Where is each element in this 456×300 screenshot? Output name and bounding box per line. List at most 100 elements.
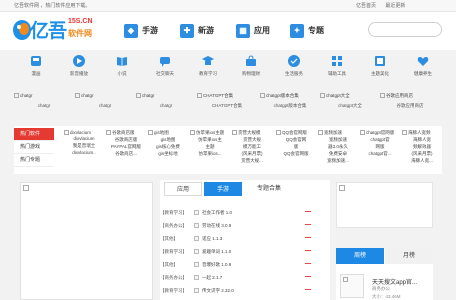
hot-item[interactable]: gis地图 gis地图 gis核心免费 gis坐标地 [148,130,188,172]
software-image: chatgpt大全 [320,93,350,99]
list-item[interactable]: 【商务办公】 劳动在线 3.0.9 [160,221,330,231]
download-icon[interactable] [305,263,311,266]
category-tools[interactable]: 辅助工具 [315,52,359,82]
comic-icon [31,56,41,66]
hot-item[interactable]: 仿苹果ios主题 仿苹果ios主 主题 仿苹果ios... [190,130,230,172]
banner-image[interactable] [20,182,153,300]
tab-weekly[interactable]: 周榜 [336,248,384,264]
tab-monthly[interactable]: 月榜 [385,248,433,264]
software-item[interactable]: chatgpt大全 chatgpt大全 [320,93,380,113]
logo-subtitle: 软件网 [68,29,92,38]
software-item[interactable]: chatgr chatgr [136,93,196,113]
software-label: chatgpt大全 [338,103,362,108]
hot-item-line: QQ会官网 [285,137,307,142]
app-name[interactable]: 社会工作者 1.0 [202,208,232,218]
category-label: 生活服务 [285,71,303,76]
search-input[interactable] [368,22,442,37]
list-item[interactable]: 【教育学习】 传文识字 2.32.0 [160,286,330,296]
category-tag[interactable]: 【教育学习】 [160,208,187,218]
tab-hot-games[interactable]: 热门游戏 [14,141,54,154]
hot-item-line: gis核心免费 [156,144,180,149]
site-logo[interactable]: 亿吾 15S.CN 软件网 [12,15,112,47]
category-tag[interactable]: 【其他】 [160,260,178,270]
app-name[interactable]: 爱趣单词 1.1.0 [202,247,231,257]
category-tag[interactable]: 【商务办公】 [160,221,187,231]
category-tag[interactable]: 【商务办公】 [160,273,187,283]
hot-panel-tabs: 热门软件 热门游戏 热门专题 [14,128,54,167]
download-icon[interactable] [305,250,311,253]
tab-hot-software[interactable]: 热门软件 [14,128,54,141]
software-label: 谷歌应用商店 [396,103,424,108]
hot-item[interactable]: 宽频加速 宽频加速 器3.0永久 免费安卓 宽频加速... [318,130,358,172]
download-icon[interactable] [305,237,311,240]
app-icon [194,236,199,241]
hot-item-line: 器3.0永久 [328,144,348,149]
software-image: 谷歌应用商店 [380,93,413,99]
category-bar: 漫画 影音播放 小说 社交聊天 教育学习 购物理财 生活服务 辅助工具 主题美化… [14,52,442,84]
side-ad-box[interactable] [336,182,433,228]
hot-item-line: 海豚人宽 [413,137,431,142]
hot-item[interactable]: 货营大规模 货营大规 模万能工 (风采月票) 货营大规... [232,130,272,172]
download-icon[interactable] [305,276,311,279]
tab-hot-topics[interactable]: 热门专题 [14,154,54,167]
list-item[interactable]: 【商务办公】 一起 2.1.7 [160,273,330,283]
list-item[interactable]: 【其他】 音爆好歌 1.0.9 [160,260,330,270]
tab-mobile-games[interactable]: 手游 [204,182,242,196]
nav-label: 专题 [308,26,324,35]
software-item[interactable]: CHATGPT合集 CHATGPT合集 [197,93,257,113]
top-links: 亿吾首页 最近更新 [356,0,413,12]
hot-item-line: dixvlacium.. [72,150,96,156]
hot-item[interactable]: chatgpt官网版 chatgpt官 网版 chatgpt官... [360,130,400,172]
hot-item-line: 主题 [205,144,215,149]
download-icon[interactable] [305,289,311,292]
list-item[interactable]: 【教育学习】 社会工作者 1.0 [160,208,330,218]
app-name[interactable]: 天天搜文app官... [372,277,417,286]
app-icon [194,288,199,293]
category-tag[interactable]: 【其他】 [160,234,178,244]
ranking-box: 应用 手游 专题合集 【教育学习】 社会工作者 1.0 【商务办公】 劳动在线 … [160,180,330,300]
category-comic[interactable]: 漫画 [14,52,58,82]
software-item[interactable]: chatgpt版本合集 chatgpt版本合集 [260,93,320,113]
hot-item-line: 模万能工 [243,144,261,149]
software-image: chatgr [75,93,94,98]
software-item[interactable]: chatgr chatgr [14,93,74,113]
app-icon [194,210,199,215]
hot-item[interactable]: 谷歌商店版 谷歌商店版 PAYPAL官网版 谷歌商店... [106,130,146,172]
app-name[interactable]: 传文识字 2.32.0 [202,286,234,296]
category-shopping[interactable]: 购物理财 [229,52,273,82]
hot-item-line: 我是普瑞士 [72,143,96,149]
hot-item[interactable]: 海豚人宽频 海豚人宽 频解效器 (风采月票) 海豚人宽... [402,130,442,172]
broken-image-icon [23,185,29,191]
category-life-service[interactable]: 生活服务 [272,52,316,82]
software-item[interactable]: 谷歌应用商店 谷歌应用商店 [380,93,440,113]
category-theme[interactable]: 主题美化 [358,52,402,82]
category-tag[interactable]: 【教育学习】 [160,286,187,296]
hot-ranking-item[interactable]: 天天搜文app官... 商务办公 大小：43.46M [340,274,432,300]
category-video-player[interactable]: 影音播放 [57,52,101,82]
hot-item[interactable]: QQ会官网版 QQ会官网 版 QQ会官网版 [276,130,316,172]
list-item[interactable]: 【其他】 诺应 1.1.3 [160,234,330,244]
list-item[interactable]: 【教育学习】 爱趣单词 1.1.0 [160,247,330,257]
software-image: chatgr [14,93,33,98]
hot-item-line: 谷歌商店... [115,151,137,156]
tab-topic-collections[interactable]: 专题合集 [244,182,294,196]
category-health[interactable]: 健康养生 [401,52,445,82]
software-item[interactable]: chatgr chatgr [75,93,135,113]
category-label: 辅助工具 [328,71,346,76]
home-link[interactable]: 亿吾首页 [356,3,376,9]
app-name[interactable]: 音爆好歌 1.0.9 [202,260,231,270]
hot-item[interactable]: dixvlacium dixvlacium 我是普瑞士 dixvlacium.. [64,130,104,172]
app-name[interactable]: 一起 2.1.7 [202,273,222,283]
download-icon[interactable] [305,211,311,214]
category-novel[interactable]: 小说 [100,52,144,82]
health-icon [417,57,429,66]
category-tag[interactable]: 【教育学习】 [160,247,187,257]
category-chat[interactable]: 社交聊天 [143,52,187,82]
latest-updates-link[interactable]: 最近更新 [385,3,405,9]
category-education[interactable]: 教育学习 [186,52,230,82]
app-name[interactable]: 劳动在线 3.0.9 [202,221,231,231]
video-player-icon [73,55,85,67]
tab-apps[interactable]: 应用 [164,182,202,196]
app-name[interactable]: 诺应 1.1.3 [202,234,222,244]
download-icon[interactable] [305,224,311,227]
